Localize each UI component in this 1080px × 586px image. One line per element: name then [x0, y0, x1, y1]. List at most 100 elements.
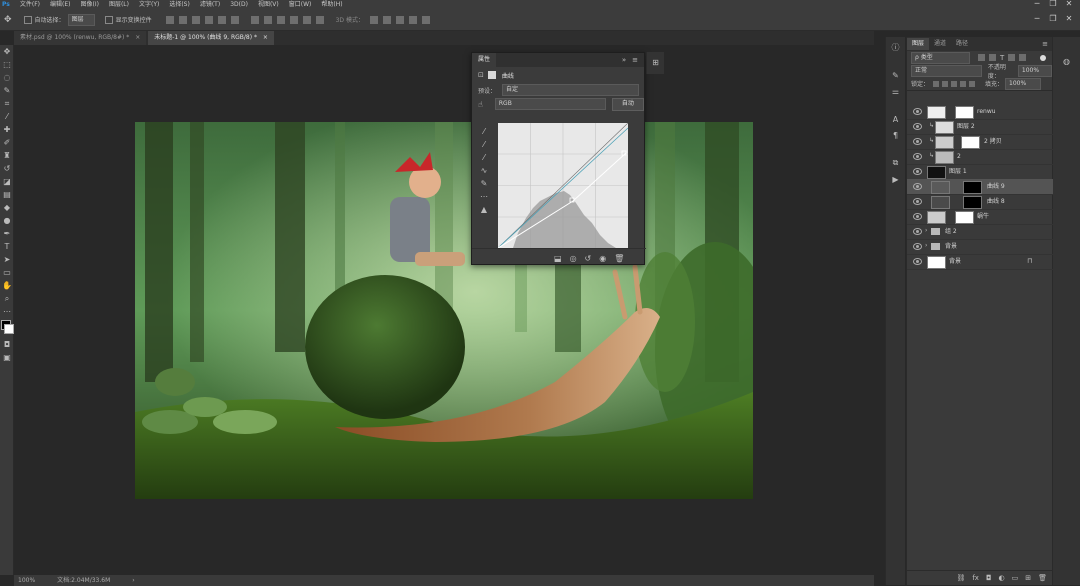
eraser-tool-icon[interactable]: ◪ — [0, 175, 14, 188]
tab-channels[interactable]: 通道 — [929, 38, 951, 50]
menu-edit[interactable]: 编辑(E) — [50, 0, 70, 9]
minimize-icon[interactable]: ─ — [1032, 0, 1042, 8]
curves-graph[interactable] — [497, 122, 629, 249]
more-tools-icon[interactable]: ⋯ — [0, 305, 14, 318]
distribute-right-icon[interactable] — [315, 15, 324, 24]
brush-tool-icon[interactable]: ✐ — [0, 136, 14, 149]
screen-mode-icon[interactable]: ▣ — [0, 351, 14, 364]
tab-document-1[interactable]: 素材.psd @ 100% (renwu, RGB/8#) * × — [14, 31, 147, 45]
layer-group-2[interactable]: › 组 2 — [907, 224, 1053, 240]
menu-file[interactable]: 文件(F) — [20, 0, 40, 9]
menu-view[interactable]: 视图(V) — [258, 0, 279, 9]
layer-2-copy[interactable]: ↳ 2 拷贝 — [907, 134, 1053, 150]
new-group-icon[interactable]: ▭ — [1012, 574, 1019, 582]
panel-menu-icon[interactable]: ≡ — [632, 56, 638, 64]
properties-dock-icon[interactable]: ⊞ — [650, 56, 662, 68]
layer-mask-thumbnail[interactable] — [955, 211, 974, 224]
layer-1[interactable]: 图层 1 — [907, 164, 1053, 180]
sample-white-icon[interactable]: ⁄ — [476, 151, 492, 164]
pencil-draw-icon[interactable]: ✎ — [476, 177, 492, 190]
visibility-eye-icon[interactable] — [913, 228, 922, 235]
color-swatches[interactable] — [0, 318, 14, 338]
target-adjust-icon[interactable]: ☝ — [478, 100, 483, 109]
lasso-tool-icon[interactable]: ◌ — [0, 71, 14, 84]
link-layers-icon[interactable]: ⛓ — [956, 574, 965, 582]
clipping-warning-icon[interactable]: ▲ — [476, 203, 492, 216]
delete-layer-icon[interactable]: 🗑 — [1038, 574, 1047, 582]
background-color[interactable] — [4, 324, 14, 334]
app-logo[interactable]: Ps — [2, 0, 10, 9]
menu-3d[interactable]: 3D(D) — [230, 0, 248, 9]
info-icon[interactable]: ⓘ — [890, 41, 902, 53]
menu-layer[interactable]: 图层(L) — [109, 0, 129, 9]
3d-pan-icon[interactable] — [395, 15, 404, 24]
layers-menu-icon[interactable]: ≡ — [1042, 40, 1048, 48]
filter-shape-icon[interactable] — [1008, 54, 1016, 61]
type-tool-icon[interactable]: T — [0, 240, 14, 253]
close-icon[interactable]: ✕ — [1064, 0, 1074, 8]
actions-icon[interactable]: ▶ — [890, 173, 902, 185]
visibility-eye-icon[interactable] — [913, 213, 922, 220]
new-layer-icon[interactable]: ⊞ — [1025, 574, 1031, 582]
visibility-eye-icon[interactable] — [913, 198, 922, 205]
expand-arrow-icon[interactable]: › — [925, 227, 927, 234]
visibility-eye-icon[interactable] — [913, 183, 922, 190]
hand-tool-icon[interactable]: ✋ — [0, 279, 14, 292]
distribute-left-icon[interactable] — [289, 15, 298, 24]
quick-mask-icon[interactable]: ◘ — [0, 338, 14, 351]
sample-gray-icon[interactable]: ⁄ — [476, 138, 492, 151]
filter-type-icon[interactable]: T — [1000, 54, 1004, 62]
path-select-tool-icon[interactable]: ➤ — [0, 253, 14, 266]
menu-filter[interactable]: 滤镜(T) — [200, 0, 220, 9]
mask-icon[interactable] — [487, 71, 496, 79]
zoom-tool-icon[interactable]: ⌕ — [0, 292, 14, 305]
quick-select-tool-icon[interactable]: ✎ — [0, 84, 14, 97]
menu-image[interactable]: 图像(I) — [81, 0, 99, 9]
tab-close-icon[interactable]: × — [263, 34, 268, 41]
distribute-middle-icon[interactable] — [263, 15, 272, 24]
filter-adjust-icon[interactable] — [989, 54, 996, 61]
history-icon[interactable]: ⧉ — [890, 157, 902, 169]
blend-mode-dropdown[interactable]: 正常 — [911, 64, 982, 77]
3d-scale-icon[interactable] — [421, 15, 430, 24]
visibility-eye-icon[interactable] — [913, 108, 922, 115]
layer-2-base[interactable]: ↳ 2 — [907, 149, 1053, 165]
gradient-tool-icon[interactable]: ▤ — [0, 188, 14, 201]
layer-mask-thumbnail[interactable] — [961, 136, 980, 149]
visibility-eye-icon[interactable] — [913, 168, 922, 175]
healing-tool-icon[interactable]: ✚ — [0, 123, 14, 136]
new-adjustment-icon[interactable]: ◐ — [999, 574, 1005, 582]
layer-2[interactable]: ↳ 图层 2 — [907, 119, 1053, 135]
brush-settings-icon[interactable]: ✎ — [890, 69, 902, 81]
clip-to-layer-icon[interactable]: ⬓ — [554, 254, 562, 263]
fill-field[interactable]: 100% — [1005, 77, 1042, 90]
fx-icon[interactable]: fx — [972, 574, 979, 582]
character-icon[interactable]: A — [890, 113, 902, 125]
visibility-icon[interactable]: ◉ — [599, 254, 606, 263]
delete-icon[interactable]: 🗑 — [614, 254, 624, 263]
auto-select-checkbox[interactable] — [23, 15, 32, 24]
layer-mask-thumbnail[interactable] — [963, 181, 982, 194]
reset-icon[interactable]: ↺ — [585, 254, 592, 263]
auto-button[interactable]: 自动 — [611, 97, 644, 111]
crop-tool-icon[interactable]: ⌗ — [0, 97, 14, 110]
align-right-icon[interactable] — [230, 15, 239, 24]
lock-paint-icon[interactable] — [942, 80, 949, 87]
dodge-tool-icon[interactable]: ● — [0, 214, 14, 227]
add-mask-icon[interactable]: ◘ — [986, 574, 992, 582]
pen-tool-icon[interactable]: ✒ — [0, 227, 14, 240]
filter-pixel-icon[interactable] — [978, 54, 985, 61]
3d-roll-icon[interactable] — [382, 15, 391, 24]
doc-restore-icon[interactable]: ❐ — [1048, 15, 1058, 23]
visibility-eye-icon[interactable] — [913, 123, 922, 130]
layer-background[interactable]: 背景 ⊓ — [907, 254, 1053, 270]
menu-type[interactable]: 文字(Y) — [139, 0, 159, 9]
curves-graph-svg[interactable] — [497, 122, 629, 249]
visibility-eye-icon[interactable] — [913, 138, 922, 145]
sample-black-icon[interactable]: ⁄ — [476, 125, 492, 138]
lock-pixels-icon[interactable] — [933, 80, 940, 87]
distribute-center-icon[interactable] — [302, 15, 311, 24]
paragraph-icon[interactable]: ¶ — [890, 129, 902, 141]
tab-close-icon[interactable]: × — [135, 34, 140, 41]
align-left-icon[interactable] — [204, 15, 213, 24]
